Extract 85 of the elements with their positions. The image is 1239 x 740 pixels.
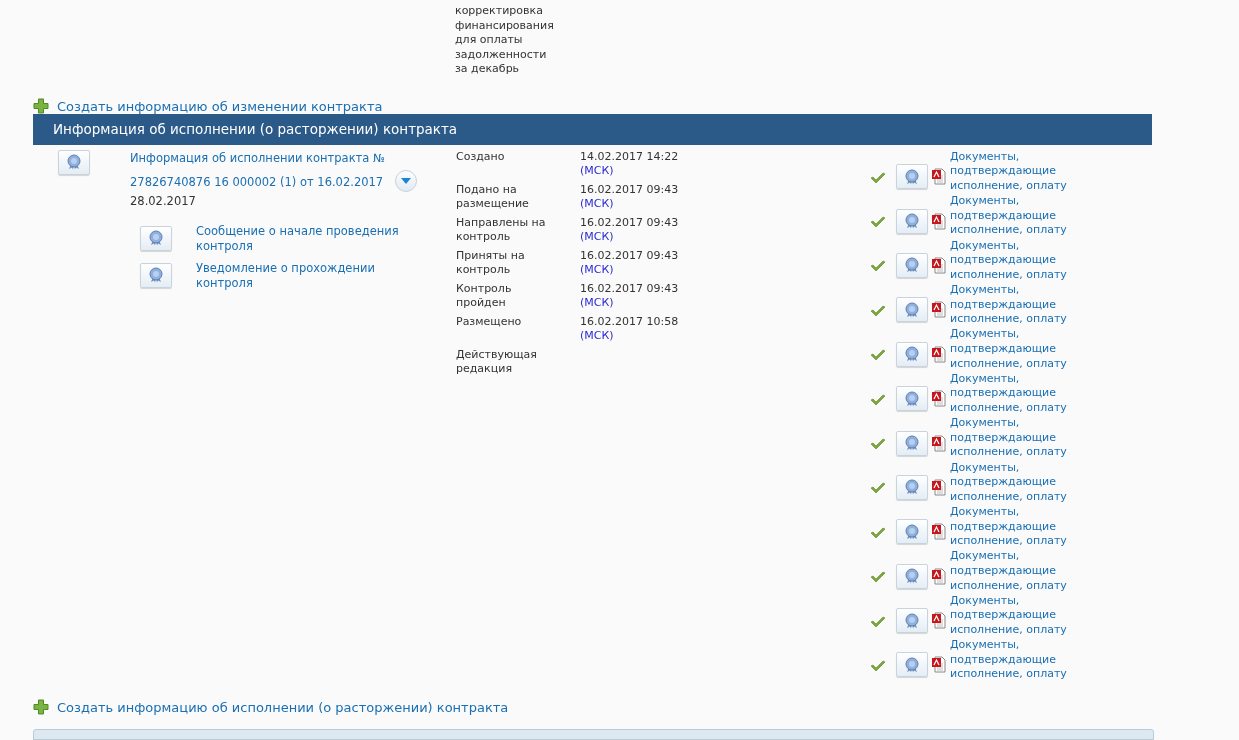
stage-label: Создано <box>456 149 506 165</box>
certificate-icon <box>905 435 919 452</box>
certificate-button[interactable] <box>896 208 928 234</box>
pdf-icon <box>932 168 946 186</box>
stage-label: Контроль пройден <box>456 281 513 310</box>
stage-label: Действующая редакция <box>456 347 538 376</box>
pdf-icon <box>932 345 946 363</box>
create-link[interactable]: Создать информацию об изменении контракта <box>33 98 1239 115</box>
certificate-icon <box>905 612 919 629</box>
certificate-button[interactable] <box>896 474 928 500</box>
certificate-icon <box>905 257 919 274</box>
stage-label: Направлены на контроль <box>456 215 547 244</box>
table-cell-text: корректировка финансирования для оплаты задолженности за декабрь <box>455 4 555 76</box>
plus-icon <box>33 699 49 716</box>
pdf-icon <box>932 301 946 319</box>
record-date: 28.02.2017 <box>130 193 197 208</box>
pdf-icon <box>932 256 946 274</box>
certificate-icon <box>905 479 919 496</box>
document-link[interactable]: Документы, подтверждающие исполнение, оплату <box>950 371 1067 416</box>
document-link[interactable]: Документы, подтверждающие исполнение, оплату <box>950 194 1067 238</box>
document-link[interactable]: Документы, подтверждающие исполнение, оплату <box>950 327 1067 372</box>
attachment-link[interactable]: Сообщение о начале проведения контроля <box>196 223 399 254</box>
pdf-icon <box>932 612 946 630</box>
plus-icon <box>33 98 49 115</box>
stage-label: Приняты на контроль <box>456 248 526 277</box>
timezone-label: (МСК) <box>580 229 615 244</box>
stage-label: Подано на размещение <box>456 182 530 211</box>
certificate-icon <box>905 523 919 540</box>
stage-date: 16.02.2017 09:43 <box>580 248 679 263</box>
document-link[interactable]: Документы, подтверждающие исполнение, оплату <box>950 238 1067 283</box>
document-link[interactable]: Документы, подтверждающие исполнение, оплату <box>950 638 1067 682</box>
caret-icon <box>400 177 411 184</box>
pdf-icon <box>932 523 946 541</box>
certificate-button[interactable] <box>896 341 928 367</box>
certificate-button[interactable] <box>896 297 928 323</box>
certificate-button[interactable] <box>896 252 928 278</box>
stage-date: 16.02.2017 10:58 <box>580 314 679 329</box>
certificate-icon <box>67 154 81 170</box>
certificate-icon <box>905 213 919 230</box>
certificate-button[interactable] <box>896 430 928 456</box>
timezone-label: (МСК) <box>580 262 615 277</box>
timezone-label: (МСК) <box>580 196 615 211</box>
certificate-icon <box>905 390 919 407</box>
certificate-button[interactable] <box>140 225 172 251</box>
certificate-icon <box>905 568 919 585</box>
pdf-icon <box>932 434 946 452</box>
document-link[interactable]: Документы, подтверждающие исполнение, оплату <box>950 549 1067 594</box>
stage-date: 16.02.2017 09:43 <box>580 182 679 197</box>
pdf-icon <box>932 390 946 408</box>
pdf-icon <box>932 212 946 230</box>
attachment-link[interactable]: Уведомление о прохождении контроля <box>196 260 375 291</box>
create-link[interactable]: Создать информацию об исполнении (о расторжении) контракта <box>33 699 1239 716</box>
section-header: Информация об исполнении (о расторжении) контракта <box>33 114 1152 145</box>
document-link[interactable]: Документы, подтверждающие исполнение, оплату <box>950 504 1067 549</box>
stage-date: 16.02.2017 09:43 <box>580 215 679 230</box>
timezone-label: (МСК) <box>580 295 615 310</box>
certificate-button[interactable] <box>896 608 928 634</box>
timezone-label: (МСК) <box>580 163 615 178</box>
document-link[interactable]: Документы, подтверждающие исполнение, оплату <box>950 593 1067 638</box>
certificate-button[interactable] <box>140 262 172 288</box>
certificate-button[interactable] <box>896 519 928 545</box>
document-link[interactable]: Документы, подтверждающие исполнение, оплату <box>950 149 1067 194</box>
certificate-button[interactable] <box>58 149 90 175</box>
document-link[interactable]: Документы, подтверждающие исполнение, оплату <box>950 416 1067 460</box>
document-link[interactable]: Документы, подтверждающие исполнение, оплату <box>950 282 1067 327</box>
document-link[interactable]: Документы, подтверждающие исполнение, оплату <box>950 460 1067 505</box>
pdf-icon <box>932 656 946 674</box>
expand-button[interactable] <box>394 169 417 192</box>
certificate-button[interactable] <box>896 386 928 412</box>
certificate-button[interactable] <box>896 652 928 678</box>
timezone-label: (МСК) <box>580 328 615 343</box>
certificate-icon <box>149 230 163 246</box>
pdf-icon <box>932 478 946 496</box>
pdf-icon <box>932 567 946 585</box>
certificate-icon <box>905 168 919 185</box>
certificate-icon <box>905 657 919 673</box>
certificate-button[interactable] <box>896 164 928 190</box>
certificate-icon <box>905 346 919 363</box>
certificate-icon <box>905 301 919 318</box>
stage-date: 16.02.2017 09:43 <box>580 281 679 296</box>
stage-label: Размещено <box>456 314 523 330</box>
stage-date: 14.02.2017 14:22 <box>580 149 679 164</box>
certificate-button[interactable] <box>896 563 928 589</box>
record-title-link[interactable]: Информация об исполнении контракта № 27826740876 16 000002 (1) от 16.02.2017 <box>130 145 385 194</box>
certificate-icon <box>149 267 163 283</box>
